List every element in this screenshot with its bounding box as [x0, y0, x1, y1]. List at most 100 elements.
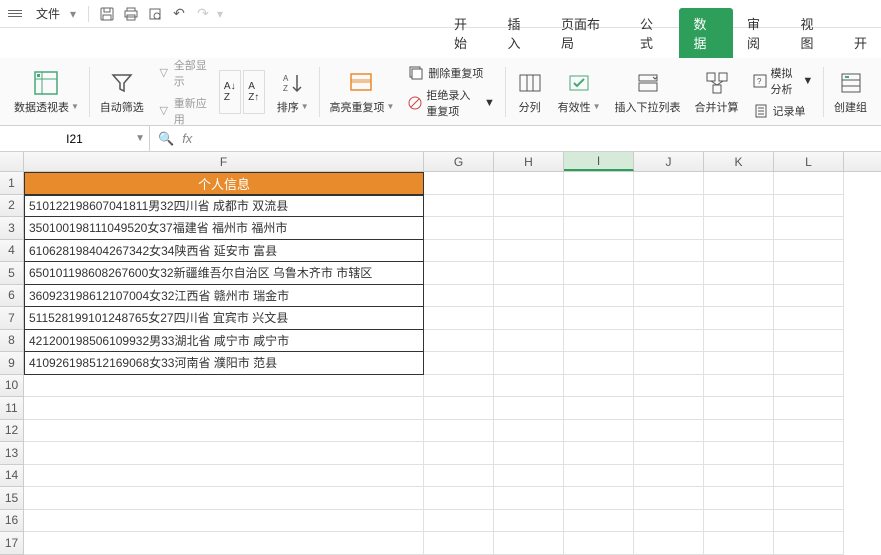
sort-desc-button[interactable]: AZ↑: [243, 70, 265, 114]
cell[interactable]: [634, 352, 704, 375]
cell[interactable]: [774, 240, 844, 263]
highlight-dup-button[interactable]: 高亮重复项▼: [323, 58, 400, 125]
tab-more[interactable]: 开: [840, 27, 881, 58]
row-header[interactable]: 3: [0, 217, 24, 240]
cell[interactable]: [494, 240, 564, 263]
cell[interactable]: [24, 397, 424, 420]
col-header-G[interactable]: G: [424, 152, 494, 171]
cell[interactable]: [634, 172, 704, 195]
cell[interactable]: [494, 352, 564, 375]
cell[interactable]: [564, 172, 634, 195]
cell[interactable]: [564, 217, 634, 240]
cell[interactable]: [704, 532, 774, 555]
cell[interactable]: [704, 330, 774, 353]
cell[interactable]: [774, 262, 844, 285]
cell[interactable]: [774, 487, 844, 510]
cell[interactable]: [494, 442, 564, 465]
cell[interactable]: [774, 510, 844, 533]
cell[interactable]: 421200198506109932男33湖北省 咸宁市 咸宁市: [24, 330, 424, 353]
cell[interactable]: [774, 307, 844, 330]
save-icon[interactable]: [97, 4, 117, 24]
tab-home[interactable]: 开始: [440, 8, 494, 58]
split-button[interactable]: 分列: [510, 58, 550, 125]
cell[interactable]: [704, 217, 774, 240]
cell[interactable]: [774, 397, 844, 420]
cell[interactable]: [704, 375, 774, 398]
cell[interactable]: [564, 195, 634, 218]
row-header[interactable]: 2: [0, 195, 24, 218]
row-header[interactable]: 14: [0, 465, 24, 488]
cell[interactable]: [634, 285, 704, 308]
cell[interactable]: 511528199101248765女27四川省 宜宾市 兴文县: [24, 307, 424, 330]
tab-view[interactable]: 视图: [786, 8, 840, 58]
cell[interactable]: [424, 487, 494, 510]
cell[interactable]: [564, 420, 634, 443]
tab-insert[interactable]: 插入: [494, 8, 548, 58]
cell[interactable]: [704, 510, 774, 533]
cell[interactable]: [774, 195, 844, 218]
cell[interactable]: [24, 375, 424, 398]
chevron-down-icon[interactable]: ▼: [135, 133, 145, 144]
cell[interactable]: [424, 397, 494, 420]
cell[interactable]: [564, 487, 634, 510]
cell[interactable]: 350100198111049520女37福建省 福州市 福州市: [24, 217, 424, 240]
cell[interactable]: [704, 487, 774, 510]
showall-button[interactable]: ▽全部显示: [156, 55, 209, 91]
cell[interactable]: [424, 217, 494, 240]
fx-icon[interactable]: fx: [182, 131, 192, 146]
cell[interactable]: 360923198612107004女32江西省 赣州市 瑞金市: [24, 285, 424, 308]
cell[interactable]: [494, 487, 564, 510]
cell[interactable]: [24, 442, 424, 465]
cell[interactable]: [564, 330, 634, 353]
col-header-H[interactable]: H: [494, 152, 564, 171]
dedup-button[interactable]: 删除重复项: [406, 63, 496, 83]
cell[interactable]: [774, 532, 844, 555]
cell[interactable]: [774, 285, 844, 308]
sort-asc-button[interactable]: A↓Z: [219, 70, 241, 114]
cell[interactable]: [494, 307, 564, 330]
pivot-table-button[interactable]: 数据透视表▼: [8, 58, 85, 125]
cell[interactable]: [564, 285, 634, 308]
cell[interactable]: [634, 330, 704, 353]
cell[interactable]: [564, 397, 634, 420]
cell[interactable]: [494, 330, 564, 353]
cell[interactable]: [24, 465, 424, 488]
cell[interactable]: [634, 465, 704, 488]
cell[interactable]: [424, 532, 494, 555]
cell[interactable]: [634, 195, 704, 218]
app-menu-icon[interactable]: [8, 5, 26, 23]
row-header[interactable]: 11: [0, 397, 24, 420]
cell[interactable]: [494, 262, 564, 285]
row-header[interactable]: 12: [0, 420, 24, 443]
cell[interactable]: [564, 532, 634, 555]
cell[interactable]: [704, 420, 774, 443]
cell[interactable]: [424, 307, 494, 330]
tab-pagelayout[interactable]: 页面布局: [547, 8, 626, 58]
row-header[interactable]: 5: [0, 262, 24, 285]
cell[interactable]: [704, 240, 774, 263]
chevron-down-icon[interactable]: ▾: [217, 7, 227, 21]
row-header[interactable]: 16: [0, 510, 24, 533]
consolidate-button[interactable]: 合并计算: [689, 58, 745, 125]
cell[interactable]: [494, 217, 564, 240]
row-header[interactable]: 1: [0, 172, 24, 195]
cell[interactable]: [704, 465, 774, 488]
undo-icon[interactable]: ↶: [169, 4, 189, 24]
cell[interactable]: [704, 195, 774, 218]
cell[interactable]: [494, 172, 564, 195]
row-header[interactable]: 8: [0, 330, 24, 353]
col-header-K[interactable]: K: [704, 152, 774, 171]
cell[interactable]: 410926198512169068女33河南省 濮阳市 范县: [24, 352, 424, 375]
row-header[interactable]: 7: [0, 307, 24, 330]
cell[interactable]: 510122198607041811男32四川省 成都市 双流县: [24, 195, 424, 218]
cell[interactable]: [494, 397, 564, 420]
reapply-button[interactable]: ▽重新应用: [156, 93, 209, 129]
cell[interactable]: [24, 420, 424, 443]
cell[interactable]: [424, 375, 494, 398]
validity-button[interactable]: 有效性▼: [552, 58, 607, 125]
print-icon[interactable]: [121, 4, 141, 24]
cell[interactable]: [424, 240, 494, 263]
redo-icon[interactable]: ↷: [193, 4, 213, 24]
cell[interactable]: 个人信息: [24, 172, 424, 195]
cell[interactable]: [24, 532, 424, 555]
